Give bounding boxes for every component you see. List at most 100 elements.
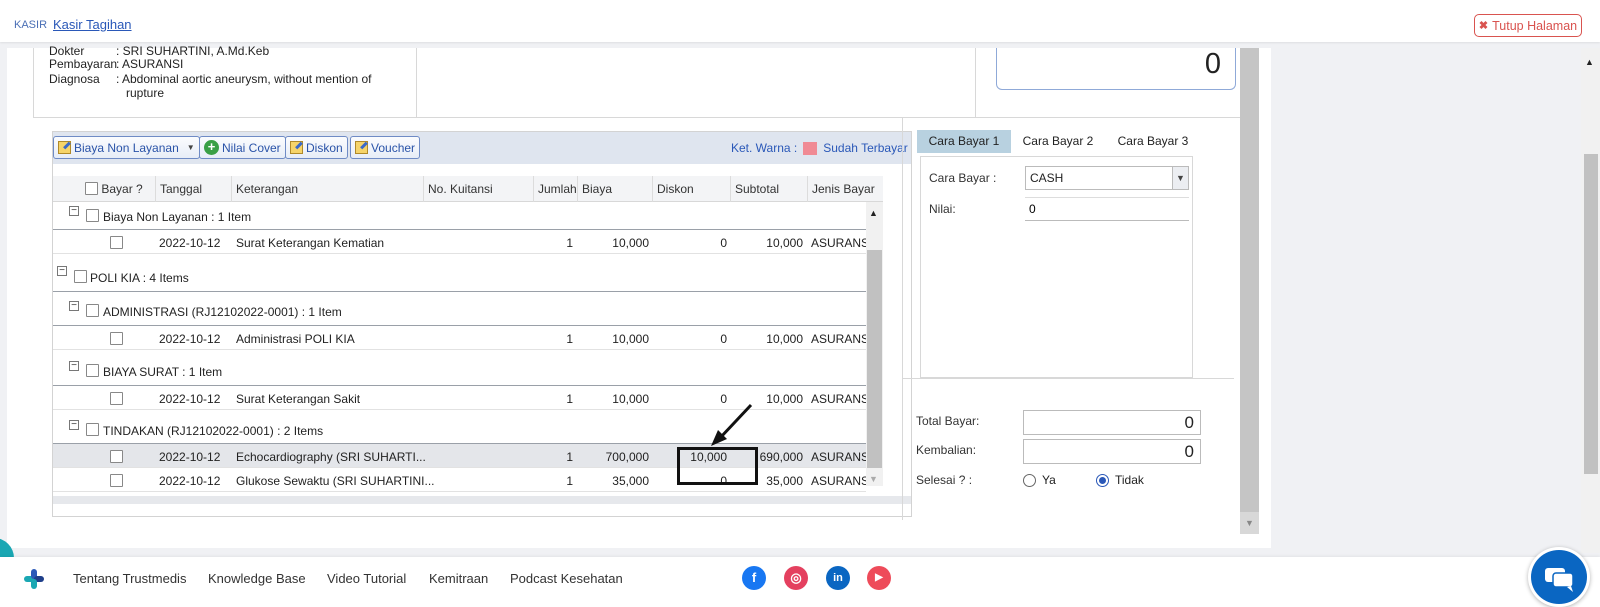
cara-bayar-select[interactable]: CASH ▼ <box>1025 166 1189 190</box>
biaya-non-layanan-button[interactable]: Biaya Non Layanan ▼ <box>53 136 200 159</box>
group-label: BIAYA SURAT : 1 Item <box>103 365 223 379</box>
radio-tidak-dot[interactable] <box>1096 473 1109 487</box>
collapse-icon[interactable]: − <box>69 206 79 216</box>
group-row[interactable]: − BIAYA SURAT : 1 Item <box>53 350 866 386</box>
total-bayar-label: Total Bayar: <box>916 414 980 428</box>
linkedin-icon[interactable]: in <box>826 566 850 590</box>
col-tanggal[interactable]: Tanggal <box>155 176 231 202</box>
row-checkbox[interactable] <box>110 392 123 405</box>
nilai-label: Nilai: <box>929 202 956 216</box>
grid-vertical-scrollbar[interactable]: ▲ ▼ <box>866 202 883 486</box>
col-biaya[interactable]: Biaya <box>577 176 652 202</box>
cell-jenis-bayar: ASURANSI <box>811 392 873 406</box>
facebook-icon[interactable]: f <box>742 566 766 590</box>
collapse-icon[interactable]: − <box>69 361 79 371</box>
select-all-checkbox[interactable] <box>85 182 98 195</box>
panel-scrollbar[interactable]: ▼ <box>1240 48 1259 534</box>
cell-jumlah: 1 <box>566 450 573 464</box>
cell-keterangan: Surat Keterangan Kematian <box>236 236 385 250</box>
table-row[interactable]: 2022-10-12 Surat Keterangan Kematian 1 1… <box>53 230 872 254</box>
row-checkbox[interactable] <box>110 450 123 463</box>
highlight-box <box>677 447 758 485</box>
footer-link-knowledge-base[interactable]: Knowledge Base <box>208 571 306 586</box>
radio-ya-dot[interactable] <box>1023 473 1036 487</box>
row-checkbox[interactable] <box>110 332 123 345</box>
col-jenis-bayar[interactable]: Jenis Bayar <box>807 176 883 202</box>
collapse-icon[interactable]: − <box>69 301 79 311</box>
biaya-non-layanan-label: Biaya Non Layanan <box>74 140 179 155</box>
collapse-icon[interactable]: − <box>57 266 67 276</box>
group-row[interactable]: − Biaya Non Layanan : 1 Item <box>53 202 866 230</box>
scroll-up-icon[interactable]: ▲ <box>869 208 878 218</box>
scroll-up-icon[interactable]: ▲ <box>1585 57 1594 67</box>
cell-diskon: 0 <box>720 332 727 346</box>
row-checkbox[interactable] <box>110 236 123 249</box>
diskon-button[interactable]: Diskon <box>285 136 348 159</box>
cell-jenis-bayar: ASURANSI <box>811 236 873 250</box>
instagram-icon[interactable]: ◎ <box>784 566 808 590</box>
radio-ya[interactable]: Ya <box>1023 473 1056 487</box>
divider <box>416 48 417 118</box>
cell-keterangan: Administrasi POLI KIA <box>236 332 355 346</box>
row-checkbox[interactable] <box>110 474 123 487</box>
close-page-label: Tutup Halaman <box>1492 18 1578 33</box>
youtube-icon[interactable]: ▶ <box>867 566 891 590</box>
breadcrumb-current[interactable]: Kasir Tagihan <box>53 17 132 32</box>
divider <box>903 378 1234 379</box>
tab-cara-bayar-3[interactable]: Cara Bayar 3 <box>1105 130 1201 153</box>
cara-bayar-value: CASH <box>1030 171 1064 185</box>
cell-subtotal: 10,000 <box>766 392 803 406</box>
cell-tanggal: 2022-10-12 <box>159 332 221 346</box>
radio-ya-label: Ya <box>1042 473 1056 487</box>
col-no-kuitansi[interactable]: No. Kuitansi <box>423 176 533 202</box>
grid-horizontal-scrollbar[interactable] <box>53 496 911 504</box>
table-row[interactable]: 2022-10-12 Administrasi POLI KIA 1 10,00… <box>53 326 872 350</box>
kembalian-label: Kembalian: <box>916 443 977 457</box>
col-subtotal[interactable]: Subtotal <box>730 176 807 202</box>
group-row[interactable]: − TINDAKAN (RJ12102022-0001) : 2 Items <box>53 410 866 444</box>
dokter-label: Dokter <box>49 44 85 58</box>
trustmedis-logo-icon[interactable] <box>20 565 48 593</box>
diagnosa-label: Diagnosa <box>49 72 100 86</box>
footer-link-tentang[interactable]: Tentang Trustmedis <box>73 571 186 586</box>
group-checkbox[interactable] <box>86 364 99 377</box>
group-checkbox[interactable] <box>86 304 99 317</box>
footer-link-podcast[interactable]: Podcast Kesehatan <box>510 571 623 586</box>
voucher-button[interactable]: Voucher <box>350 136 421 159</box>
cell-tanggal: 2022-10-12 <box>159 450 221 464</box>
total-bayar-field[interactable]: 0 <box>1023 410 1201 435</box>
group-checkbox[interactable] <box>74 270 87 283</box>
col-keterangan[interactable]: Keterangan <box>231 176 423 202</box>
radio-tidak[interactable]: Tidak <box>1096 473 1144 487</box>
tab-cara-bayar-2[interactable]: Cara Bayar 2 <box>1011 130 1105 153</box>
cell-subtotal: 10,000 <box>766 236 803 250</box>
scroll-thumb[interactable] <box>867 250 882 468</box>
page-scrollbar[interactable]: ▲ <box>1581 48 1600 553</box>
group-checkbox[interactable] <box>86 209 99 222</box>
grid-toolbar: Biaya Non Layanan ▼ + Nilai Cover Diskon… <box>53 132 911 164</box>
breadcrumb-root[interactable]: KASIR <box>14 19 47 31</box>
scroll-down-icon[interactable]: ▼ <box>869 474 878 484</box>
kembalian-field[interactable]: 0 <box>1023 439 1201 464</box>
nilai-cover-button[interactable]: + Nilai Cover <box>199 136 286 159</box>
group-label: POLI KIA : 4 Items <box>90 271 189 285</box>
panel-scroll-thumb[interactable] <box>1240 48 1259 512</box>
table-row[interactable]: 2022-10-12 Surat Keterangan Sakit 1 10,0… <box>53 386 872 410</box>
scroll-down-icon[interactable]: ▼ <box>1245 518 1254 528</box>
group-checkbox[interactable] <box>86 423 99 436</box>
footer-link-video-tutorial[interactable]: Video Tutorial <box>327 571 406 586</box>
tab-cara-bayar-1[interactable]: Cara Bayar 1 <box>917 130 1011 153</box>
close-page-button[interactable]: ✖ Tutup Halaman <box>1474 14 1582 37</box>
page-scroll-thumb[interactable] <box>1584 154 1598 474</box>
footer-link-kemitraan[interactable]: Kemitraan <box>429 571 488 586</box>
chat-button[interactable] <box>1528 547 1590 607</box>
group-row[interactable]: − POLI KIA : 4 Items <box>53 254 866 292</box>
divider <box>33 48 34 118</box>
group-row[interactable]: − ADMINISTRASI (RJ12102022-0001) : 1 Ite… <box>53 292 866 326</box>
col-jumlah[interactable]: Jumlah <box>533 176 577 202</box>
col-diskon[interactable]: Diskon <box>652 176 730 202</box>
nilai-input[interactable] <box>1025 197 1189 221</box>
edit-icon <box>290 141 303 154</box>
chevron-down-icon[interactable]: ▼ <box>1172 167 1188 189</box>
collapse-icon[interactable]: − <box>69 420 79 430</box>
